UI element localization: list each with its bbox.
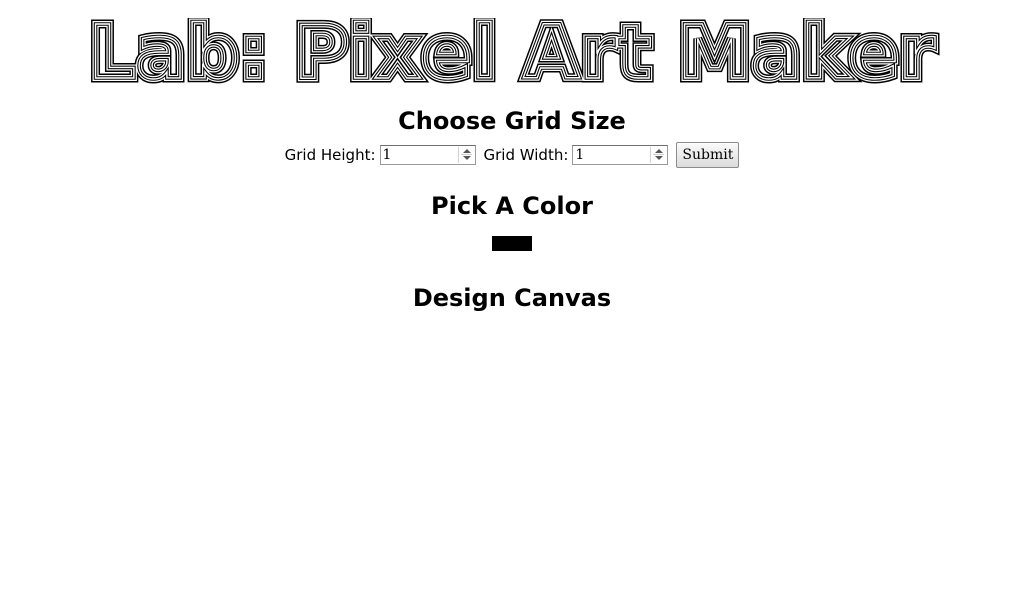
stepper-down-icon[interactable] (655, 156, 664, 160)
page-title-graphic: Lab: Pixel Art Maker Lab: Pixel Art Make… (84, 18, 940, 86)
submit-button[interactable]: Submit (676, 142, 740, 168)
stepper-up-icon[interactable] (655, 149, 664, 153)
pick-color-heading: Pick A Color (431, 192, 593, 220)
pixel-art-maker-page: Lab: Pixel Art Maker Lab: Pixel Art Make… (0, 0, 1024, 600)
grid-height-value: 1 (382, 147, 392, 163)
grid-height-input[interactable]: 1 (379, 145, 476, 165)
grid-width-input[interactable]: 1 (572, 145, 669, 165)
page-title: Lab: Pixel Art Maker Lab: Pixel Art Make… (78, 18, 946, 86)
grid-height-label: Grid Height: (284, 146, 376, 164)
grid-width-stepper[interactable] (650, 147, 666, 163)
grid-size-form: Grid Height: 1 Grid Width: 1 Submit (0, 140, 1024, 170)
design-canvas-heading: Design Canvas (412, 284, 612, 312)
stepper-divider (460, 154, 472, 155)
grid-height-stepper[interactable] (457, 147, 474, 163)
color-picker[interactable] (492, 236, 532, 251)
design-canvas[interactable] (312, 320, 712, 580)
grid-width-label: Grid Width: (483, 146, 569, 164)
stepper-divider (653, 154, 665, 155)
stepper-up-icon[interactable] (462, 149, 471, 153)
stepper-down-icon[interactable] (462, 156, 471, 160)
page-title-outline-inner: Lab: Pixel Art Maker (89, 18, 936, 86)
grid-width-value: 1 (575, 147, 585, 163)
grid-size-heading: Choose Grid Size (398, 107, 626, 135)
